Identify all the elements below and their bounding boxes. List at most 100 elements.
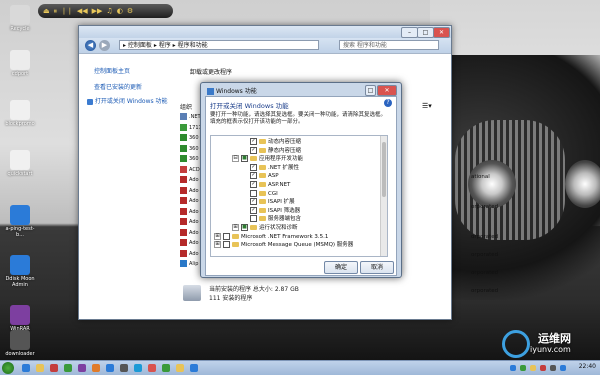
taskbar: 22:40 bbox=[0, 360, 600, 375]
taskbar-app-icon[interactable] bbox=[92, 364, 100, 372]
media-player-toolbar[interactable]: ⏏ ⏸ ❘❘ ◀◀ ▶▶ ♫ ◐ ⚙ bbox=[38, 4, 173, 18]
program-icon bbox=[180, 165, 187, 173]
address-bar[interactable]: ▸ 控制面板 ▸ 程序 ▸ 程序和功能 bbox=[119, 40, 319, 50]
feature-tree-item[interactable]: ⊟ ■ 应用程序开发功能 bbox=[232, 155, 303, 163]
feature-tree-item[interactable]: CGI bbox=[241, 189, 278, 198]
taskbar-app-icon[interactable] bbox=[120, 364, 128, 372]
feature-tree-item[interactable]: ✓ ASP.NET bbox=[241, 181, 290, 189]
media-control-icon[interactable]: ◐ bbox=[117, 4, 123, 18]
sidebar-link-label: 打开或关闭 Windows 功能 bbox=[94, 98, 168, 105]
dialog-close-button[interactable]: ✕ bbox=[377, 85, 397, 96]
tray-icon[interactable] bbox=[520, 365, 526, 371]
program-icon bbox=[180, 113, 187, 120]
tray-icon[interactable] bbox=[550, 365, 556, 371]
feature-checkbox[interactable] bbox=[250, 215, 257, 223]
desktop-icon-label: quickstart bbox=[7, 171, 33, 177]
feature-checkbox[interactable]: ✓ bbox=[250, 172, 257, 180]
program-icon bbox=[180, 176, 187, 183]
tray-icon[interactable] bbox=[540, 365, 546, 371]
feature-checkbox[interactable]: ✓ bbox=[250, 146, 257, 154]
media-control-icon[interactable]: ▶▶ bbox=[92, 4, 103, 18]
feature-checkbox[interactable] bbox=[223, 241, 230, 249]
taskbar-app-icon[interactable] bbox=[36, 364, 44, 372]
feature-checkbox[interactable]: ✓ bbox=[250, 206, 257, 214]
feature-checkbox[interactable]: ✓ bbox=[250, 138, 257, 145]
watermark-logo bbox=[502, 330, 530, 358]
scrollbar-thumb[interactable] bbox=[382, 142, 386, 197]
taskbar-app-icon[interactable] bbox=[134, 364, 142, 372]
ok-button[interactable]: 确定 bbox=[324, 261, 358, 274]
taskbar-app-icon[interactable] bbox=[50, 364, 58, 372]
feature-tree-item[interactable]: ✓ 动态内容压缩 bbox=[241, 138, 301, 146]
feature-checkbox[interactable]: ■ bbox=[241, 224, 248, 231]
sidebar-link-home[interactable]: 控制面板主页 bbox=[94, 66, 130, 75]
organize-menu[interactable]: 组织 bbox=[180, 102, 192, 111]
feature-tree-item[interactable]: ✓ .NET 扩展性 bbox=[241, 163, 299, 172]
view-icon[interactable]: ☰▾ bbox=[422, 102, 432, 110]
desktop-icon[interactable]: quickstart bbox=[3, 150, 37, 177]
folder-icon bbox=[250, 156, 257, 162]
program-icon bbox=[180, 123, 187, 131]
taskbar-app-icon[interactable] bbox=[64, 364, 72, 372]
close-button[interactable]: ✕ bbox=[433, 27, 450, 38]
start-button[interactable] bbox=[2, 362, 14, 374]
taskbar-app-icon[interactable] bbox=[176, 364, 184, 372]
help-icon[interactable]: ? bbox=[384, 99, 392, 107]
taskbar-app-icon[interactable] bbox=[148, 364, 156, 372]
expand-toggle-icon[interactable]: ⊞ bbox=[232, 224, 239, 231]
taskbar-app-icon[interactable] bbox=[22, 364, 30, 372]
taskbar-app-icon[interactable] bbox=[78, 364, 86, 372]
feature-tree-item[interactable]: ✓ ISAPI 筛选器 bbox=[241, 206, 300, 215]
media-control-icon[interactable]: ⏸ bbox=[54, 4, 58, 18]
desktop-icon[interactable]: Recycle bbox=[3, 5, 37, 32]
taskbar-app-icon[interactable] bbox=[162, 364, 170, 372]
desktop-icon[interactable]: a-ping-test-b... bbox=[3, 205, 37, 238]
media-control-icon[interactable]: ⚙ bbox=[127, 4, 133, 18]
feature-checkbox[interactable]: ✓ bbox=[250, 181, 257, 188]
feature-tree-item[interactable]: ⊞ Microsoft .NET Framework 3.5.1 bbox=[214, 232, 328, 241]
expand-toggle-icon[interactable]: ⊟ bbox=[232, 155, 239, 163]
feature-tree-item[interactable]: ✓ 静态内容压缩 bbox=[241, 146, 301, 155]
feature-checkbox[interactable] bbox=[223, 232, 230, 240]
desktop-icon[interactable]: blockpromo bbox=[3, 100, 37, 127]
clock[interactable]: 22:40 bbox=[579, 363, 596, 370]
window-titlebar[interactable]: – □ ✕ bbox=[79, 26, 451, 38]
search-input[interactable]: 搜索 程序和功能 bbox=[339, 40, 439, 50]
media-control-icon[interactable]: ♫ bbox=[106, 4, 112, 18]
feature-tree-item[interactable]: ⊞ ■ 运行状况和诊断 bbox=[232, 224, 298, 232]
tree-scrollbar[interactable] bbox=[380, 136, 387, 256]
expand-toggle-icon[interactable]: ⊞ bbox=[214, 232, 221, 240]
cancel-button[interactable]: 取消 bbox=[360, 261, 394, 274]
feature-tree-item[interactable]: ✓ ISAPI 扩展 bbox=[241, 198, 295, 206]
publisher-text: orporated bbox=[471, 252, 499, 258]
back-button[interactable]: ◀ bbox=[85, 40, 96, 51]
taskbar-app-icon[interactable] bbox=[106, 364, 114, 372]
minimize-button[interactable]: – bbox=[401, 27, 418, 38]
feature-tree-item[interactable]: ✓ ASP bbox=[241, 172, 279, 180]
features-tree: ✓ 动态内容压缩 ✓ 静态内容压缩 ⊟ ■ 应用程序开发功能 ✓ .NET 扩展性 ✓ ASP ✓ AS… bbox=[210, 135, 388, 257]
desktop-icon[interactable]: Ddisk Moon Admin bbox=[3, 255, 37, 288]
desktop-icon[interactable]: downloader bbox=[3, 330, 37, 357]
sidebar-link-updates[interactable]: 查看已安装的更新 bbox=[94, 82, 142, 91]
feature-tree-item[interactable]: ⊞ Microsoft Message Queue (MSMQ) 服务器 bbox=[214, 241, 353, 249]
media-control-icon[interactable]: ⏏ bbox=[43, 4, 50, 18]
feature-checkbox[interactable]: ✓ bbox=[250, 198, 257, 206]
taskbar-app-icon[interactable] bbox=[190, 364, 198, 372]
forward-button[interactable]: ▶ bbox=[99, 40, 110, 51]
desktop-icon[interactable]: WinRAR bbox=[3, 305, 37, 332]
tray-icon[interactable] bbox=[530, 365, 536, 371]
tray-icon[interactable] bbox=[510, 365, 516, 371]
desktop-icon-graphic bbox=[10, 100, 30, 120]
feature-tree-item[interactable]: 服务器端包含 bbox=[241, 215, 301, 223]
desktop-icon[interactable]: cdport bbox=[3, 50, 37, 77]
expand-toggle-icon[interactable]: ⊞ bbox=[214, 241, 221, 249]
dialog-restore-button[interactable]: □ bbox=[365, 85, 376, 96]
sidebar-link-windows-features[interactable]: 打开或关闭 Windows 功能 bbox=[87, 96, 168, 105]
media-control-icon[interactable]: ◀◀ bbox=[77, 4, 88, 18]
maximize-button[interactable]: □ bbox=[417, 27, 434, 38]
feature-checkbox[interactable]: ■ bbox=[241, 155, 248, 163]
media-control-icon[interactable]: ❘❘ bbox=[61, 4, 73, 18]
feature-checkbox[interactable]: ✓ bbox=[250, 163, 257, 171]
tray-icon[interactable] bbox=[560, 365, 566, 371]
feature-checkbox[interactable] bbox=[250, 189, 257, 197]
